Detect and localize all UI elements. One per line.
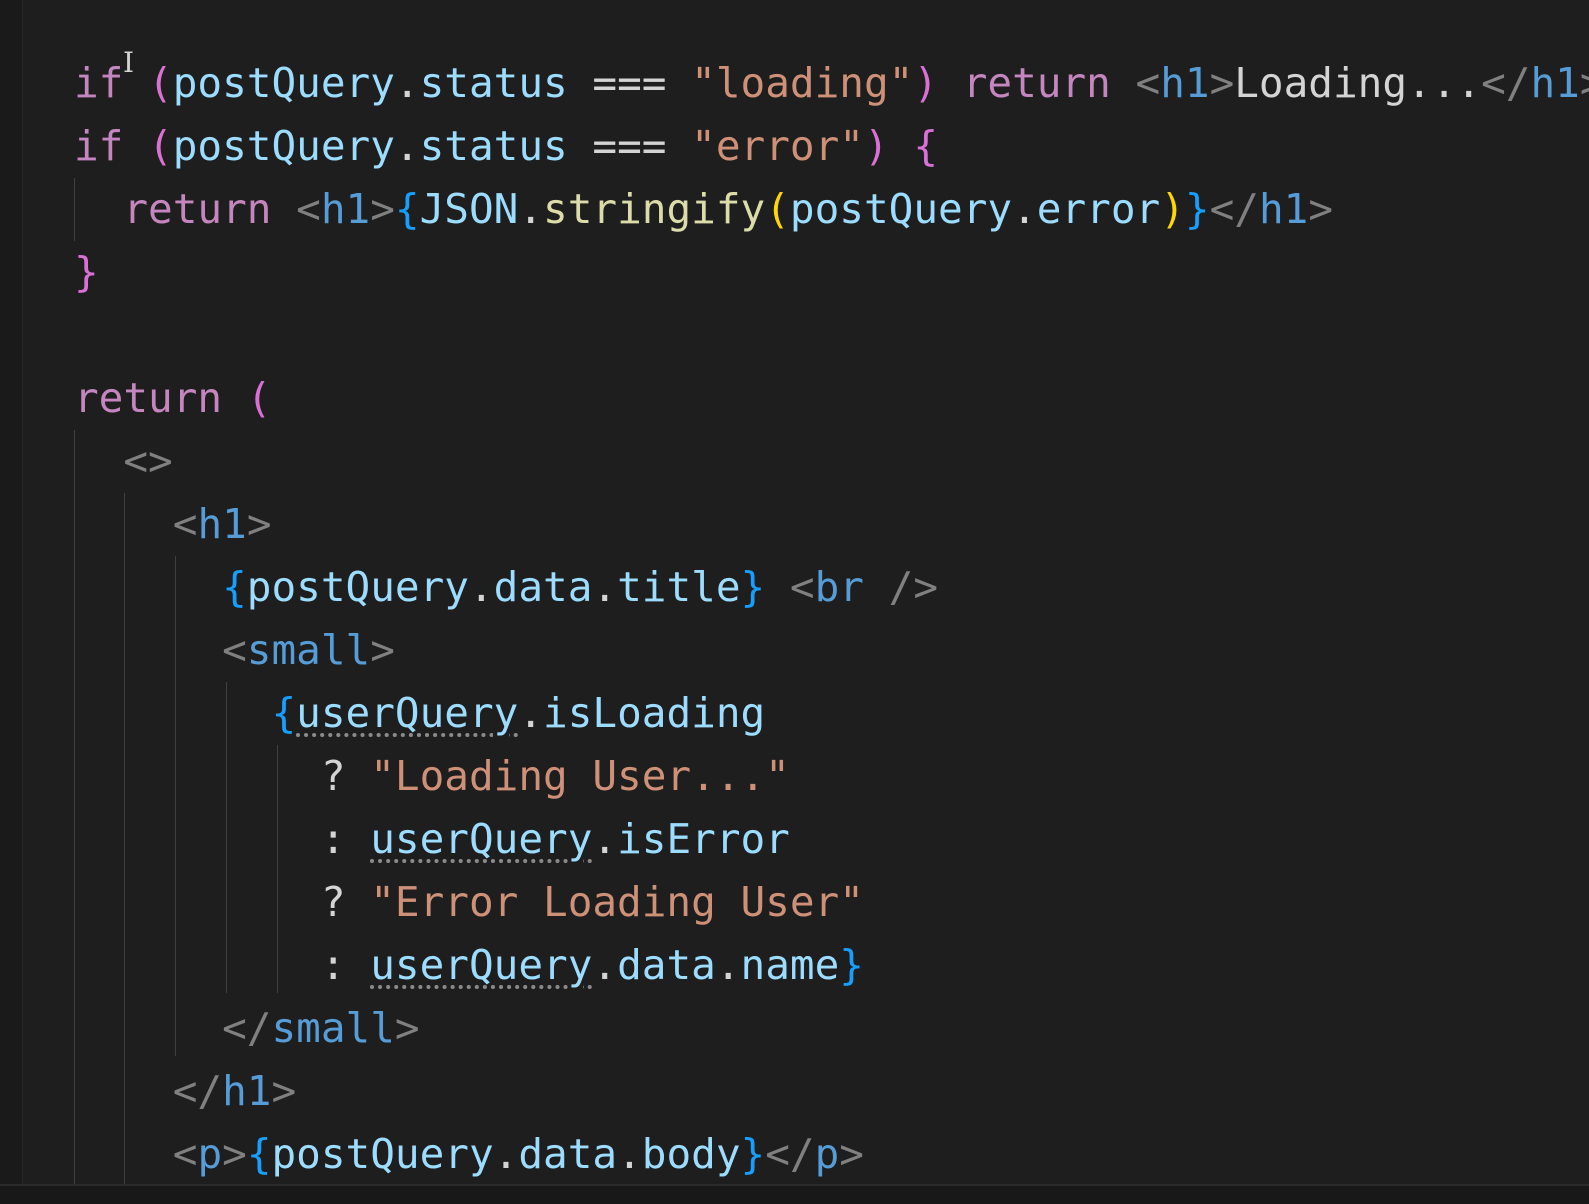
code-content[interactable]: if (postQuery.status === "loading") retu… bbox=[74, 52, 1589, 1192]
brace: } bbox=[740, 563, 766, 611]
variable: userQuery bbox=[370, 941, 593, 989]
variable: postQuery bbox=[172, 122, 395, 170]
variable: userQuery bbox=[370, 815, 593, 863]
paren: ( bbox=[246, 374, 272, 422]
operator: === bbox=[592, 59, 667, 107]
property: title bbox=[617, 563, 741, 611]
property: name bbox=[740, 941, 840, 989]
tag-name: small bbox=[246, 626, 371, 674]
brace: } bbox=[740, 1130, 766, 1178]
variable: postQuery bbox=[246, 563, 469, 611]
code-line[interactable]: {userQuery.isLoading bbox=[74, 682, 1589, 745]
brace: } bbox=[839, 941, 864, 989]
variable: postQuery bbox=[789, 185, 1013, 233]
property: isLoading bbox=[543, 689, 766, 737]
code-line[interactable]: <> bbox=[74, 430, 1589, 493]
code-line[interactable]: {postQuery.data.title} <br /> bbox=[74, 556, 1589, 619]
code-line[interactable] bbox=[74, 304, 1589, 367]
property: data bbox=[518, 1130, 618, 1178]
function: stringify bbox=[543, 185, 766, 233]
brace: { bbox=[246, 1130, 272, 1178]
fragment-tag: <> bbox=[123, 437, 173, 485]
code-line[interactable]: : userQuery.data.name} bbox=[74, 934, 1589, 997]
code-line[interactable]: if (postQuery.status === "error") { bbox=[74, 115, 1589, 178]
code-line[interactable]: <p>{postQuery.data.body}</p> bbox=[74, 1123, 1589, 1186]
property: status bbox=[419, 59, 568, 107]
code-line[interactable]: <small> bbox=[74, 619, 1589, 682]
property: data bbox=[493, 563, 593, 611]
keyword: if bbox=[74, 122, 124, 170]
brace: { bbox=[271, 689, 297, 737]
paren: ( bbox=[148, 59, 173, 107]
tag-name: br bbox=[814, 563, 864, 611]
editor-gutter bbox=[0, 0, 23, 1204]
code-editor[interactable]: I if (postQuery.status === "loading") re… bbox=[0, 0, 1589, 1204]
paren: ( bbox=[148, 122, 173, 170]
code-line[interactable]: : userQuery.isError bbox=[74, 808, 1589, 871]
code-line[interactable]: return ( bbox=[74, 367, 1589, 430]
variable: JSON bbox=[419, 185, 519, 233]
brace: { bbox=[913, 122, 939, 170]
property: error bbox=[1036, 185, 1161, 233]
brace: } bbox=[74, 248, 99, 296]
jsx-text: Loading... bbox=[1234, 59, 1482, 107]
horizontal-scrollbar[interactable] bbox=[0, 1184, 1589, 1204]
tag-name: h1 bbox=[197, 500, 247, 548]
paren: ) bbox=[863, 122, 889, 170]
code-line[interactable]: } bbox=[74, 241, 1589, 304]
brace: { bbox=[394, 185, 420, 233]
tag-name: small bbox=[271, 1004, 395, 1052]
tag-name: h1 bbox=[222, 1067, 272, 1115]
property: isError bbox=[617, 815, 790, 863]
string: "error" bbox=[691, 122, 864, 170]
code-line[interactable]: return <h1>{JSON.stringify(postQuery.err… bbox=[74, 178, 1589, 241]
code-line[interactable]: </small> bbox=[74, 997, 1589, 1060]
tag-name: h1 bbox=[1258, 185, 1309, 233]
code-line[interactable]: ? "Loading User..." bbox=[74, 745, 1589, 808]
paren: ( bbox=[765, 185, 790, 233]
variable: userQuery bbox=[296, 689, 519, 737]
string: "loading" bbox=[691, 59, 914, 107]
tag-name: h1 bbox=[320, 185, 371, 233]
operator: === bbox=[592, 122, 667, 170]
tag-name: p bbox=[197, 1130, 223, 1178]
string: "Loading User..." bbox=[370, 752, 790, 800]
code-line[interactable]: <h1> bbox=[74, 493, 1589, 556]
keyword: return bbox=[74, 374, 223, 422]
variable: postQuery bbox=[271, 1130, 494, 1178]
keyword: return bbox=[123, 185, 272, 233]
tag-name: h1 bbox=[1530, 59, 1580, 107]
variable: postQuery bbox=[172, 59, 395, 107]
property: body bbox=[641, 1130, 741, 1178]
code-line[interactable]: if (postQuery.status === "loading") retu… bbox=[74, 52, 1589, 115]
tag-name: p bbox=[814, 1130, 840, 1178]
code-line[interactable]: ? "Error Loading User" bbox=[74, 871, 1589, 934]
brace: { bbox=[222, 563, 247, 611]
paren: ) bbox=[1160, 185, 1185, 233]
property: data bbox=[617, 941, 716, 989]
string: "Error Loading User" bbox=[370, 878, 864, 926]
property: status bbox=[419, 122, 568, 170]
paren: ) bbox=[913, 59, 939, 107]
tag-name: h1 bbox=[1160, 59, 1210, 107]
code-line[interactable]: </h1> bbox=[74, 1060, 1589, 1123]
keyword: if bbox=[74, 59, 124, 107]
keyword: return bbox=[962, 59, 1111, 107]
brace: } bbox=[1184, 185, 1210, 233]
